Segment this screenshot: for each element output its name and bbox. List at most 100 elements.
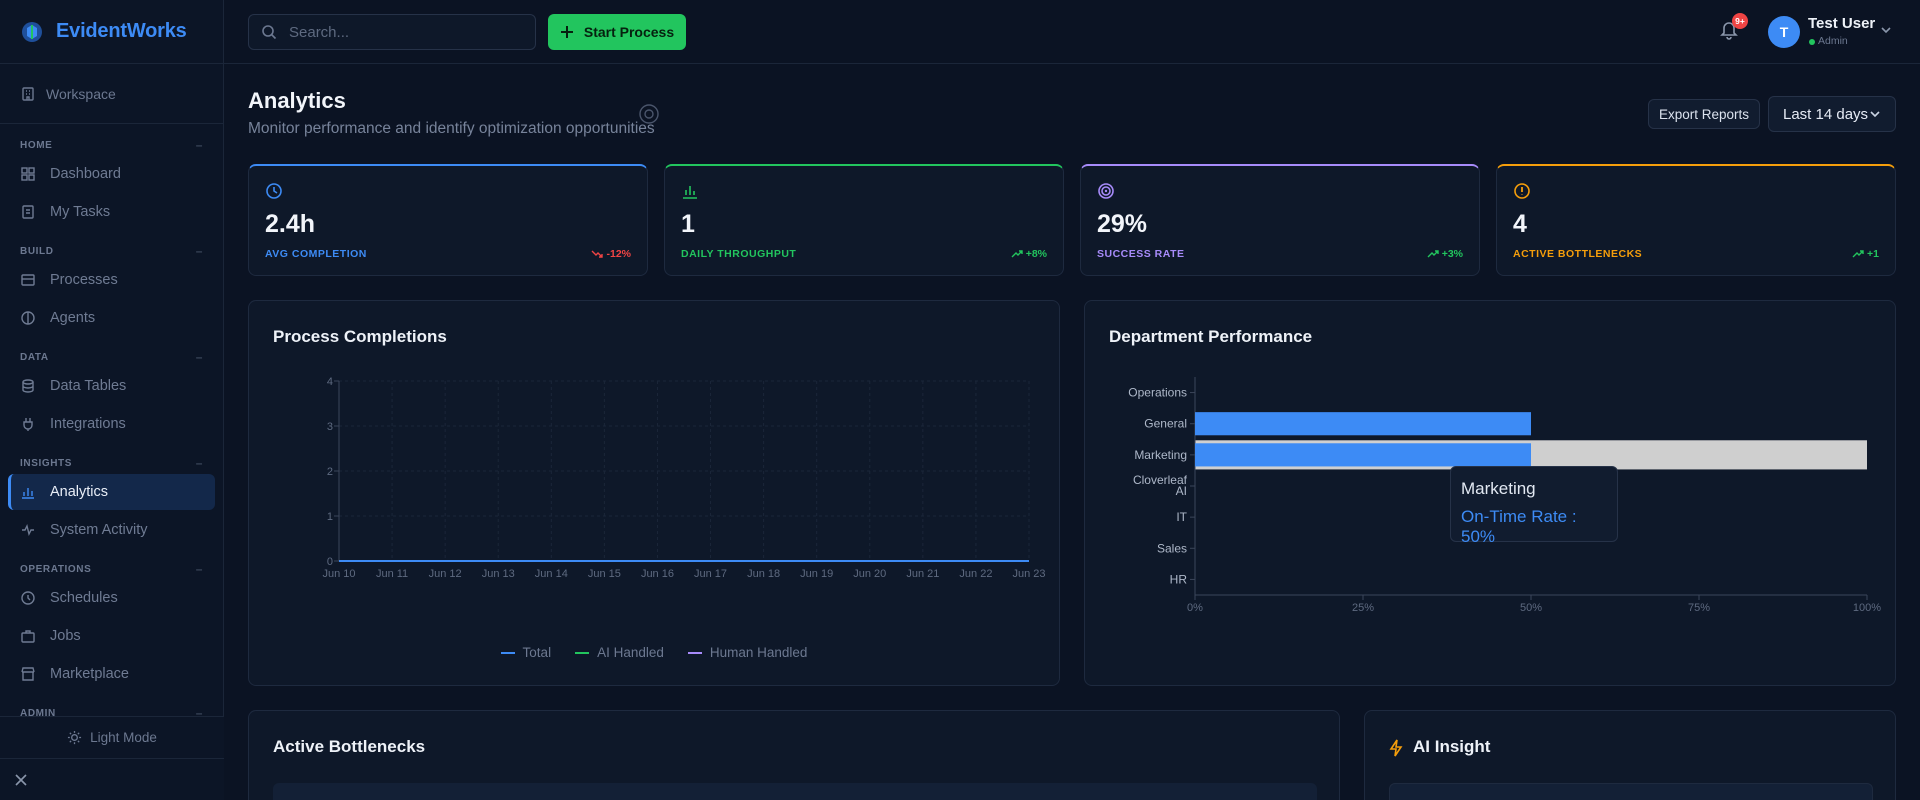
start-process-label: Start Process <box>583 24 675 40</box>
x-tick-label: Jun 14 <box>535 568 568 580</box>
metric-trend-value: +8% <box>1025 248 1047 260</box>
sidebar-item-analytics[interactable]: Analytics <box>8 474 215 510</box>
sidebar-item-dashboard[interactable]: Dashboard <box>8 156 215 192</box>
sidebar-item-marketplace[interactable]: Marketplace <box>8 656 215 692</box>
y-tick-label: 4 <box>327 376 333 388</box>
x-tick-label: Jun 13 <box>482 568 515 580</box>
collapse-icon[interactable]: – <box>196 138 203 152</box>
nav-section-header[interactable]: OPERATIONS – <box>0 558 223 580</box>
collapse-icon[interactable]: – <box>196 562 203 576</box>
collapse-icon[interactable]: – <box>196 244 203 258</box>
x-tick-label: Jun 18 <box>747 568 780 580</box>
x-tick-label: Jun 12 <box>429 568 462 580</box>
start-process-button[interactable]: Start Process <box>548 14 686 50</box>
nav-section-header[interactable]: HOME – <box>0 134 223 156</box>
x-tick-label: Jun 17 <box>694 568 727 580</box>
online-status-dot <box>1809 39 1815 45</box>
metric-value: 1 <box>681 210 695 238</box>
sidebar-item-data-tables[interactable]: Data Tables <box>8 368 215 404</box>
metric-label: SUCCESS RATE <box>1097 248 1185 260</box>
search-box[interactable] <box>248 14 536 50</box>
nav-section-data: DATA – Data Tables Integrations <box>0 346 223 442</box>
metric-card[interactable]: 1 DAILY THROUGHPUT +8% <box>664 164 1064 276</box>
legend-item[interactable]: AI Handled <box>575 645 664 660</box>
metric-trend-value: +1 <box>1867 248 1879 260</box>
collapse-icon[interactable]: – <box>196 456 203 470</box>
metric-card[interactable]: 4 ACTIVE BOTTLENECKS +1 <box>1496 164 1896 276</box>
category-label: HR <box>1170 572 1188 586</box>
date-range-value: Last 14 days <box>1783 105 1869 123</box>
brand[interactable]: EvidentWorks <box>0 0 223 64</box>
legend-item[interactable]: Total <box>500 645 552 660</box>
legend-label: Total <box>522 645 552 660</box>
avatar[interactable]: T <box>1768 16 1800 48</box>
bar-general[interactable] <box>1195 412 1531 436</box>
user-role: Admin <box>1818 35 1848 47</box>
sidebar-item-label: Data Tables <box>50 378 127 394</box>
processes-icon <box>21 274 35 286</box>
sidebar-item-label: Schedules <box>50 590 118 606</box>
user-name[interactable]: Test User <box>1808 15 1875 32</box>
collapse-sidebar-button[interactable] <box>0 759 224 800</box>
legend-swatch <box>687 651 702 654</box>
nav-section-build: BUILD – Processes Agents <box>0 240 223 336</box>
x-tick-label: 50% <box>1520 602 1542 614</box>
x-tick-label: Jun 15 <box>588 568 621 580</box>
sidebar-item-jobs[interactable]: Jobs <box>8 618 215 654</box>
sidebar-item-integrations[interactable]: Integrations <box>8 406 215 442</box>
nav-section-header[interactable]: DATA – <box>0 346 223 368</box>
logo-icon <box>22 21 42 42</box>
nav-section-header[interactable]: BUILD – <box>0 240 223 262</box>
search-input[interactable] <box>289 23 509 41</box>
x-tick-label: 100% <box>1853 602 1881 614</box>
x-tick-label: Jun 20 <box>853 568 886 580</box>
light-mode-toggle[interactable]: Light Mode <box>0 717 224 759</box>
process-completions-panel: Process Completions 0 1 2 3 4 Jun 10 Jun 11 Jun… <box>248 300 1060 686</box>
sidebar-item-agents[interactable]: Agents <box>8 300 215 336</box>
chevron-down-icon[interactable] <box>1880 26 1892 34</box>
sidebar-item-system-activity[interactable]: System Activity <box>8 512 215 548</box>
x-tick-label: Jun 22 <box>959 568 992 580</box>
nav-section-title: HOME <box>20 139 53 151</box>
alert-icon <box>1514 183 1530 199</box>
chart-legend: Total AI Handled Human Handled <box>249 645 1059 660</box>
x-tick-label: 75% <box>1688 602 1710 614</box>
target-icon <box>1098 183 1114 199</box>
workspace-label: Workspace <box>46 85 116 102</box>
bar-marketing[interactable] <box>1195 443 1531 467</box>
y-tick-label: 2 <box>327 466 333 478</box>
sidebar-item-label: Jobs <box>50 628 81 644</box>
sidebar-item-processes[interactable]: Processes <box>8 262 215 298</box>
category-label: Operations <box>1128 386 1187 400</box>
date-range-select[interactable]: Last 14 days <box>1768 96 1896 132</box>
sidebar-item-label: Analytics <box>50 484 109 500</box>
metric-value: 29% <box>1097 210 1148 238</box>
nav-section-insights: INSIGHTS – Analytics System Activity <box>0 452 223 548</box>
legend-item[interactable]: Human Handled <box>687 645 808 660</box>
workspace-switcher[interactable]: Workspace <box>0 64 223 124</box>
collapse-icon[interactable]: – <box>196 350 203 364</box>
metric-card[interactable]: 2.4h AVG COMPLETION -12% <box>248 164 648 276</box>
category-label: Cloverleaf AI <box>1133 473 1188 498</box>
x-tick-label: Jun 19 <box>800 568 833 580</box>
sidebar-item-label: Marketplace <box>50 666 129 682</box>
light-mode-label: Light Mode <box>90 730 157 745</box>
bar-chart-icon <box>683 186 697 199</box>
tasks-icon <box>22 205 34 219</box>
nav-section-title: INSIGHTS <box>20 457 73 469</box>
insight-card <box>1389 783 1873 800</box>
panel-title: Department Performance <box>1109 327 1313 346</box>
help-icon[interactable] <box>639 104 659 124</box>
legend-label: Human Handled <box>709 645 808 660</box>
metric-label: ACTIVE BOTTLENECKS <box>1513 248 1643 260</box>
metric-card[interactable]: 29% SUCCESS RATE +3% <box>1080 164 1480 276</box>
store-icon <box>21 667 35 681</box>
active-bottlenecks-panel: Active Bottlenecks <box>248 710 1340 800</box>
database-icon <box>22 379 34 393</box>
x-tick-label: Jun 11 <box>376 568 408 580</box>
export-reports-button[interactable]: Export Reports <box>1648 99 1760 129</box>
sidebar-item-my-tasks[interactable]: My Tasks <box>8 194 215 230</box>
clock-icon <box>21 591 35 605</box>
sidebar-item-schedules[interactable]: Schedules <box>8 580 215 616</box>
nav-section-header[interactable]: INSIGHTS – <box>0 452 223 474</box>
